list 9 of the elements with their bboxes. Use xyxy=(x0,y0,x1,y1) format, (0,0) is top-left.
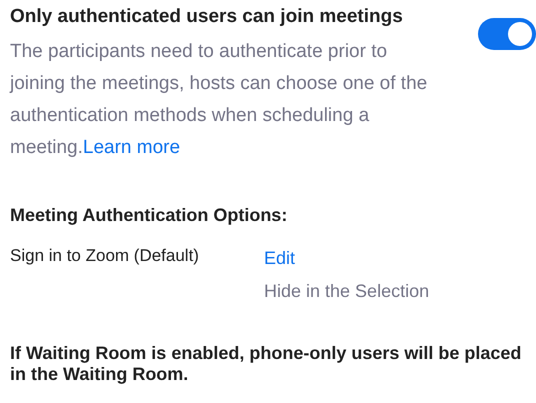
setting-title: Only authenticated users can join meetings xyxy=(10,5,404,29)
setting-description: The participants need to authenticate prior to joining the meetings, hosts can choose one of the authentication methods when scheduling a meeting.Learn more xyxy=(10,40,428,160)
learn-more-link[interactable]: Learn more xyxy=(82,137,180,158)
edit-link[interactable]: Edit xyxy=(264,245,296,272)
option-name: Sign in to Zoom (Default) xyxy=(10,245,200,267)
footer-note: If Waiting Room is enabled, phone-only users will be placed in the Waiting Room. xyxy=(10,343,522,385)
section-heading: Meeting Authentication Options: xyxy=(10,204,288,227)
toggle-switch[interactable] xyxy=(478,18,536,50)
option-note: Hide in the Selection xyxy=(264,280,430,303)
